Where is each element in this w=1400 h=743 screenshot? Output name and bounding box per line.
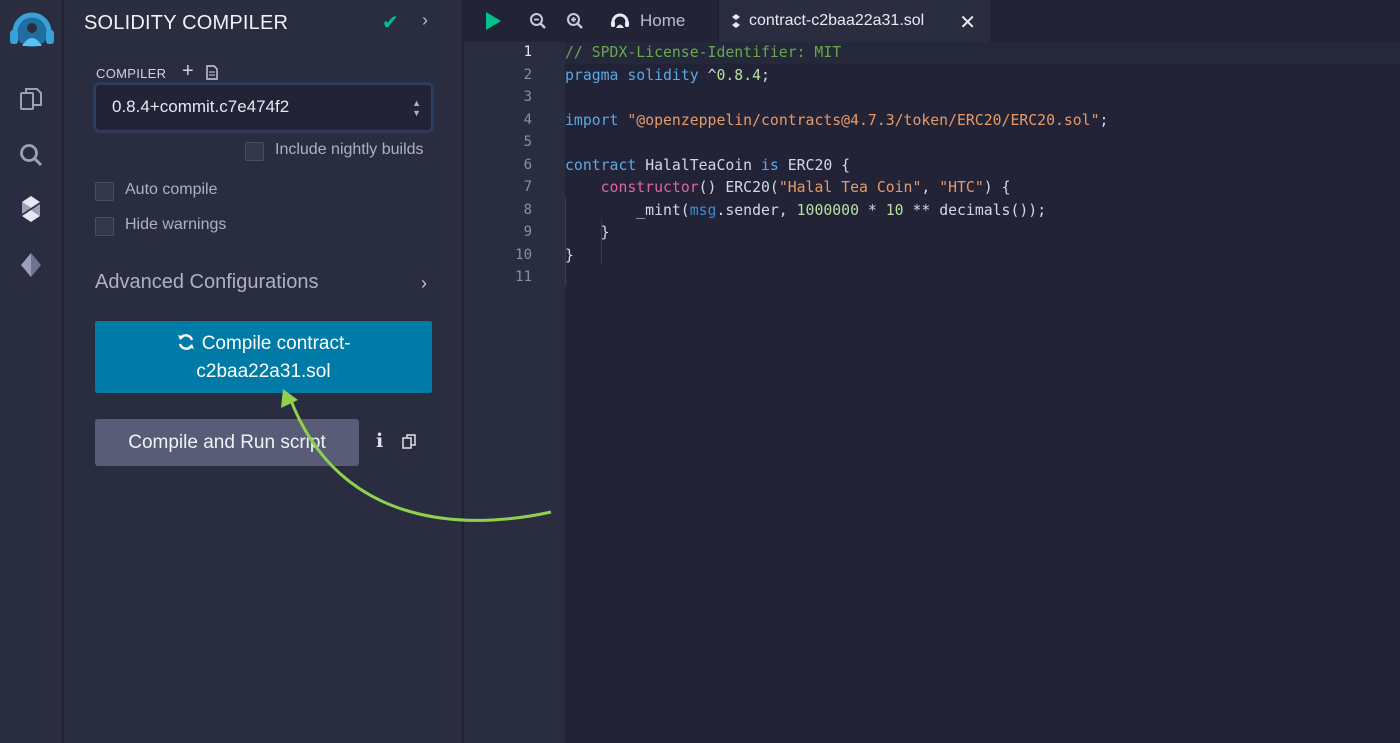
annotation-arrow — [281, 389, 552, 522]
